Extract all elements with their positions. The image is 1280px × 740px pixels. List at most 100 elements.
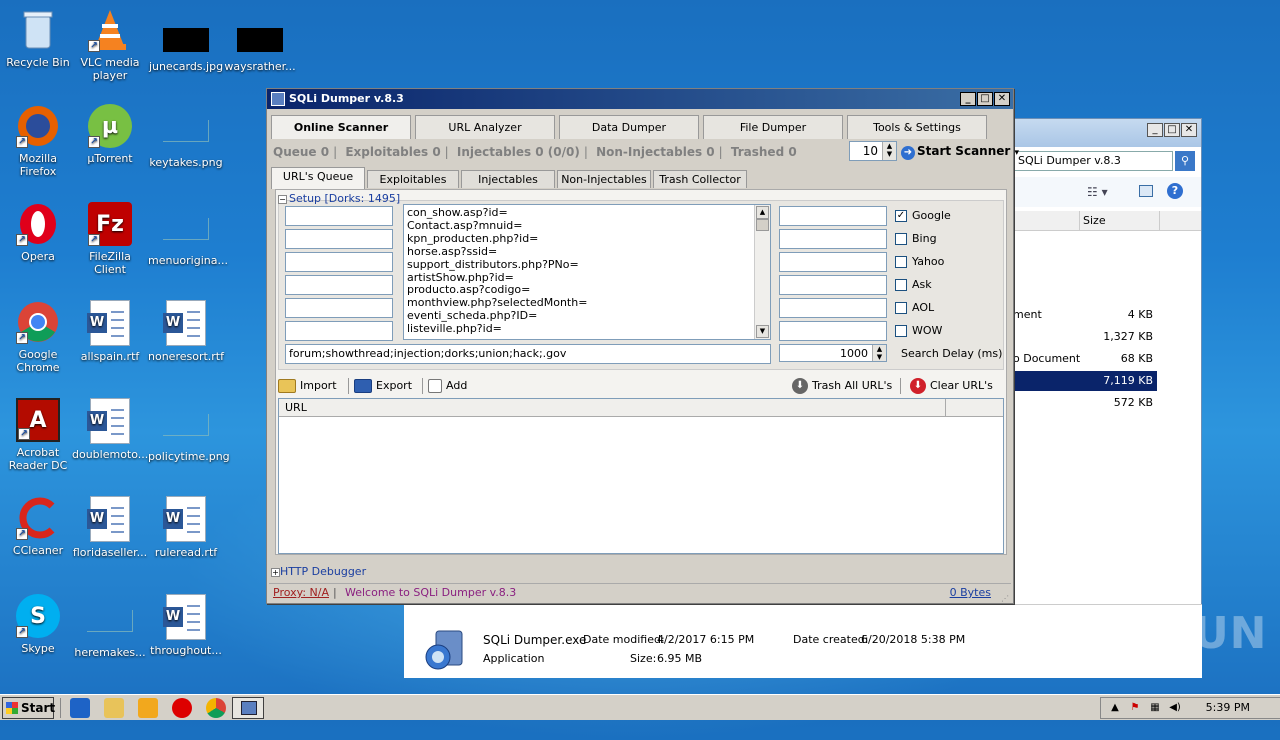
ccleaner-shortcut[interactable]: ↗ CCleaner [0,496,76,557]
export-button[interactable]: Export [354,378,412,394]
file-ruleread[interactable]: W ruleread.rtf [148,496,224,559]
clock[interactable]: 5:39 PM [1206,698,1250,718]
maximize-button[interactable]: □ [977,92,993,106]
trash-all-urls-button[interactable]: ⬇ Trash All URL's [792,378,892,394]
checkbox-bing[interactable]: Bing [895,232,937,245]
close-button[interactable]: ✕ [1181,123,1197,137]
checkbox-google[interactable]: ✓ Google [895,209,951,222]
maximize-button[interactable]: □ [1164,123,1180,137]
minimize-button[interactable]: _ [1147,123,1163,137]
subtab-non-injectables[interactable]: Non-Injectables [557,170,651,188]
opera-taskbar-icon[interactable] [172,698,192,718]
file-policytime[interactable]: policytime.png [148,398,230,463]
filezilla-shortcut[interactable]: Fz ↗ FileZilla Client [72,202,148,276]
collapse-icon[interactable]: − [278,195,287,204]
engine-input[interactable] [779,206,887,226]
tab-online-scanner[interactable]: Online Scanner [271,115,411,139]
file-row[interactable]: o Document 68 KB [1013,349,1157,369]
checkbox-aol[interactable]: AOL [895,301,934,314]
help-icon[interactable]: ? [1167,183,1183,199]
file-junecards[interactable]: junecards.jpg [148,8,224,73]
checkbox-yahoo[interactable]: Yahoo [895,255,944,268]
scroll-down-icon[interactable]: ▼ [756,325,769,338]
custom-dork-input[interactable] [285,252,393,272]
engine-input[interactable] [779,298,887,318]
dork-list-scrollbar[interactable]: ▲ ▼ [754,205,770,339]
custom-dork-input[interactable] [285,321,393,341]
tab-tools-settings[interactable]: Tools & Settings [847,115,987,139]
app-titlebar[interactable]: SQLi Dumper v.8.3 _ □ ✕ [267,89,1013,109]
explorer-titlebar[interactable]: _ □ ✕ [997,119,1201,147]
file-row[interactable]: ment 4 KB [1013,305,1157,325]
custom-dork-input[interactable] [285,229,393,249]
explorer-folder-icon[interactable] [104,698,124,718]
subtab-exploitables[interactable]: Exploitables [367,170,459,188]
checkbox-wow[interactable]: WOW [895,324,942,337]
http-debugger-toggle[interactable]: +HTTP Debugger [271,565,366,578]
skype-shortcut[interactable]: S ↗ Skype [0,594,76,655]
vlc-shortcut[interactable]: ↗ VLC media player [72,8,148,82]
dork-item[interactable]: kpn_producten.php?id= [407,232,767,246]
engine-input[interactable] [779,252,887,272]
utorrent-shortcut[interactable]: µ ↗ µTorrent [72,104,148,165]
dork-item[interactable]: horse.asp?ssid= [407,245,767,259]
file-allspain[interactable]: W allspain.rtf [72,300,148,363]
resize-grip-icon[interactable]: ⋰ [1001,590,1009,608]
preview-pane-icon[interactable] [1139,185,1153,197]
stepper-arrows-icon[interactable]: ▲ ▼ [882,142,896,160]
file-heremakes[interactable]: heremakes... [72,594,148,659]
chrome-shortcut[interactable]: ↗ Google Chrome [0,300,76,374]
start-button[interactable]: Start [2,697,55,719]
search-icon[interactable]: ⚲ [1175,151,1195,171]
subtab-injectables[interactable]: Injectables [461,170,555,188]
dork-item[interactable]: support_distributors.php?PNo= [407,258,767,272]
import-button[interactable]: Import [278,378,337,394]
bytes-counter-link[interactable]: 0 Bytes [950,584,991,602]
close-button[interactable]: ✕ [994,92,1010,106]
dork-item[interactable]: con_show.asp?id= [407,206,767,220]
scroll-up-icon[interactable]: ▲ [756,206,769,219]
search-delay-stepper[interactable]: 1000 ▲ ▼ [779,344,887,362]
dork-item[interactable]: Contact.asp?mnuid= [407,219,767,233]
expand-icon[interactable]: + [271,568,280,577]
explorer-address-bar[interactable]: SQLi Dumper v.8.3 [1013,151,1173,171]
firefox-shortcut[interactable]: ↗ Mozilla Firefox [0,104,76,178]
acrobat-shortcut[interactable]: A ↗ Acrobat Reader DC [0,398,76,472]
file-floridaseller[interactable]: W floridaseller... [72,496,148,559]
url-list[interactable]: URL [278,398,1004,554]
minimize-button[interactable]: _ [960,92,976,106]
clear-urls-button[interactable]: ⬇ Clear URL's [910,378,993,394]
start-scanner-button[interactable]: ➜ Start Scanner ▾ [901,141,1019,161]
custom-dork-input[interactable] [285,298,393,318]
subtab-trash-collector[interactable]: Trash Collector [653,170,747,188]
file-row[interactable]: 572 KB [1013,393,1157,413]
stepper-arrows-icon[interactable]: ▲ ▼ [872,345,886,361]
network-icon[interactable]: ▦ [1149,702,1161,714]
checkbox-ask[interactable]: Ask [895,278,932,291]
dork-item[interactable]: listeville.php?id= [407,322,767,336]
sqli-dumper-taskbar-button[interactable] [232,697,264,719]
column-size[interactable]: Size [1083,214,1106,227]
file-menuoriginal[interactable]: menuorigina... [148,202,228,267]
tray-expand-icon[interactable]: ▲ [1109,702,1121,714]
sqli-dumper-window[interactable]: SQLi Dumper v.8.3 _ □ ✕ Online Scanner U… [266,88,1019,604]
threads-stepper[interactable]: 10 ▲ ▼ [849,141,897,161]
scroll-thumb[interactable] [756,219,769,231]
ie-icon[interactable] [70,698,90,718]
media-player-icon[interactable] [138,698,158,718]
engine-input[interactable] [779,275,887,295]
tab-url-analyzer[interactable]: URL Analyzer [415,115,555,139]
exclude-keywords-input[interactable]: forum;showthread;injection;dorks;union;h… [285,344,771,364]
chrome-taskbar-icon[interactable] [206,698,226,718]
opera-shortcut[interactable]: ↗ Opera [0,202,76,263]
view-options-icon[interactable]: ☷ ▾ [1087,185,1108,199]
file-noneresort[interactable]: W noneresort.rtf [148,300,224,363]
column-url[interactable]: URL [285,401,307,414]
subtab-urls-queue[interactable]: URL's Queue [271,167,365,189]
file-row-selected[interactable]: 7,119 KB [1013,371,1157,391]
tab-data-dumper[interactable]: Data Dumper [559,115,699,139]
proxy-status-link[interactable]: Proxy: N/A [273,584,329,602]
recycle-bin-icon[interactable]: Recycle Bin [0,8,76,69]
volume-icon[interactable]: ◀) [1169,702,1181,714]
custom-dork-input[interactable] [285,275,393,295]
